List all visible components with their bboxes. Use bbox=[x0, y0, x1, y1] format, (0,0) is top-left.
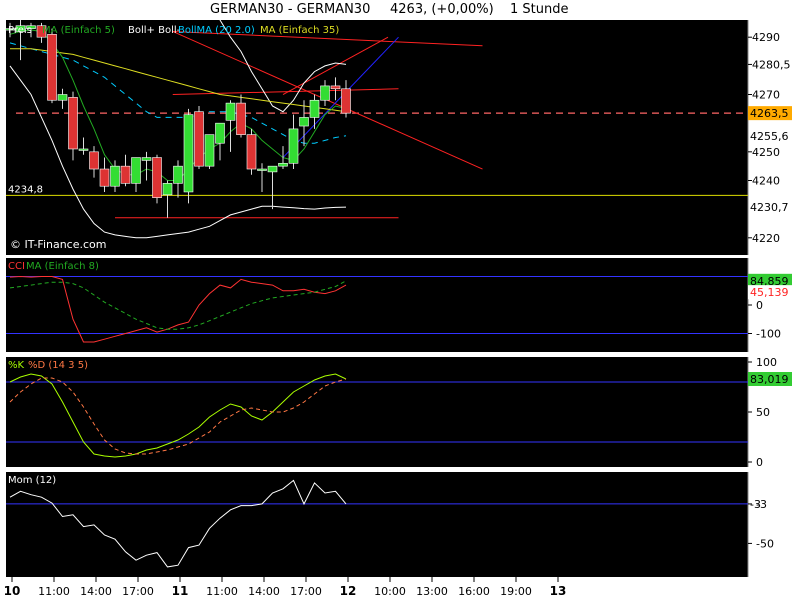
price-legend-4: MA (Einfach 35) bbox=[260, 25, 339, 36]
price-badge-2: 4230,7 bbox=[750, 201, 789, 214]
cci-badge-1: 45,139 bbox=[750, 286, 789, 299]
candle-body-26 bbox=[278, 162, 288, 167]
x-tick-label-3: 17:00 bbox=[122, 585, 154, 598]
candle-body-13 bbox=[141, 157, 152, 161]
candle-body-8 bbox=[89, 151, 99, 170]
candle-body-16 bbox=[173, 165, 183, 184]
momentum-ytick-label-1: -50 bbox=[756, 537, 774, 550]
x-tick-label-7: 17:00 bbox=[290, 585, 322, 598]
x-tick-label-10: 13:00 bbox=[416, 585, 448, 598]
price-ytick-label-5: 4290 bbox=[752, 31, 780, 44]
price-ytick-label-2: 4250 bbox=[752, 146, 780, 159]
candle-body-17 bbox=[183, 114, 194, 193]
price-legend-1: MA (Einfach 5) bbox=[42, 25, 115, 36]
candle-body-9 bbox=[99, 168, 110, 187]
stochastic-legend-0: %K bbox=[8, 360, 25, 371]
stochastic-legend-1: %D (14 3 5) bbox=[28, 360, 88, 371]
price-legend-0: Preis bbox=[8, 25, 32, 36]
chart-canvas: 4234,8 © IT-Finance.com Preis MA (Einfach 5… bbox=[4, 20, 792, 598]
x-tick-label-5: 11:00 bbox=[206, 585, 238, 598]
panel-stochastic bbox=[6, 357, 748, 467]
candle-body-28 bbox=[299, 117, 309, 127]
candle-body-18 bbox=[194, 111, 204, 167]
candle-body-15 bbox=[162, 183, 173, 196]
candle-body-6 bbox=[68, 97, 78, 150]
candle-body-24 bbox=[257, 168, 267, 171]
candle-body-22 bbox=[236, 102, 246, 135]
candle-body-32 bbox=[341, 88, 351, 114]
watermark: © IT-Finance.com bbox=[10, 238, 107, 251]
stochastic-ytick-label-1: 50 bbox=[756, 406, 770, 419]
candle-body-30 bbox=[320, 85, 330, 101]
x-tick-label-2: 14:00 bbox=[80, 585, 112, 598]
support-level-label: 4234,8 bbox=[8, 184, 43, 195]
candle-body-14 bbox=[152, 157, 162, 198]
x-tick-label-12: 19:00 bbox=[500, 585, 532, 598]
price-ytick-label-0: 4220 bbox=[752, 232, 780, 245]
candle-body-31 bbox=[330, 85, 341, 90]
x-tick-label-1: 11:00 bbox=[38, 585, 70, 598]
candle-body-12 bbox=[131, 157, 141, 184]
price-ytick-label-3: 4270 bbox=[752, 89, 780, 102]
candle-body-25 bbox=[267, 165, 278, 173]
x-tick-label-11: 16:00 bbox=[458, 585, 490, 598]
x-tick-label-9: 10:00 bbox=[374, 585, 406, 598]
cci-legend-0: CCI bbox=[8, 261, 25, 272]
cci-ytick-label-1: -100 bbox=[756, 327, 781, 340]
price-badge-0: 4263,5 bbox=[750, 107, 789, 120]
price-badge-1: 4255,6 bbox=[750, 130, 789, 143]
momentum-legend-0: Mom (12) bbox=[8, 475, 56, 486]
price-ytick-label-1: 4240 bbox=[752, 174, 780, 187]
candle-body-5 bbox=[57, 94, 68, 101]
cci-legend-1: MA (Einfach 8) bbox=[26, 261, 99, 272]
candle-body-7 bbox=[78, 148, 89, 151]
price-legend-3: BollMA (20 2.0) bbox=[178, 25, 255, 36]
candle-body-4 bbox=[47, 34, 57, 101]
stochastic-badge-0: 83,019 bbox=[750, 373, 789, 386]
candle-body-11 bbox=[120, 165, 131, 184]
x-tick-label-6: 14:00 bbox=[248, 585, 280, 598]
panel-momentum bbox=[6, 472, 748, 577]
candle-body-27 bbox=[288, 128, 299, 164]
candle-body-21 bbox=[225, 102, 236, 121]
price-ytick-label-4: 4280,5 bbox=[752, 58, 791, 71]
x-tick-label-8: 12 bbox=[340, 584, 357, 598]
panel-cci bbox=[6, 258, 748, 352]
stochastic-ytick-label-2: 0 bbox=[756, 456, 763, 469]
candle-body-20 bbox=[215, 122, 225, 144]
panel-price bbox=[6, 20, 748, 255]
price-legend-2: Boll+ Boll- bbox=[128, 25, 181, 36]
candle-body-23 bbox=[246, 134, 257, 170]
momentum-badge-0: -3 bbox=[750, 498, 761, 511]
candle-body-29 bbox=[309, 99, 320, 118]
x-tick-label-4: 11 bbox=[172, 584, 189, 598]
x-tick-label-0: 10 bbox=[4, 584, 21, 598]
candle-body-19 bbox=[204, 134, 215, 167]
cci-ytick-label-0: 0 bbox=[756, 299, 763, 312]
candle-body-10 bbox=[110, 165, 120, 187]
stochastic-ytick-label-0: 100 bbox=[756, 356, 777, 369]
x-tick-label-13: 13 bbox=[550, 584, 567, 598]
